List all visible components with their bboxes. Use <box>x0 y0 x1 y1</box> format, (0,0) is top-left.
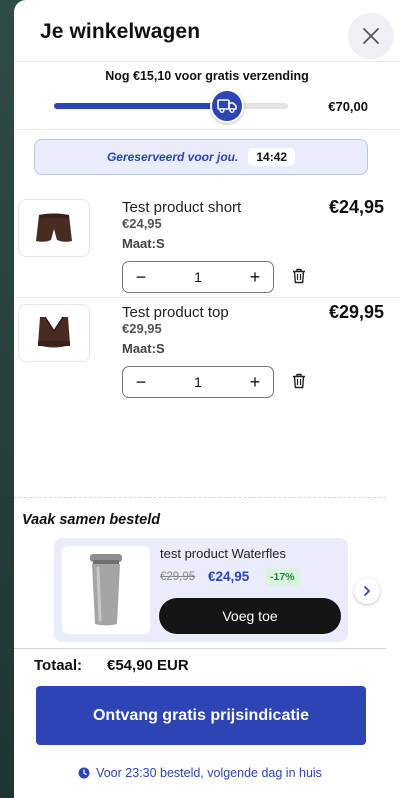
product-name[interactable]: Test product top <box>122 304 229 321</box>
close-button[interactable] <box>348 13 394 59</box>
delivery-text: Voor 23:30 besteld, volgende dag in huis <box>96 766 322 780</box>
cart-item: Test product short €24,95 Maat:S €24,95 … <box>14 193 400 299</box>
quantity-stepper: − 1 + <box>122 261 274 293</box>
free-shipping-message: Nog €15,10 voor gratis verzending <box>105 69 309 83</box>
discount-badge: -17% <box>265 568 300 586</box>
product-line-total: €24,95 <box>328 197 384 217</box>
truck-icon <box>217 99 237 113</box>
total-value: €54,90 EUR <box>107 657 189 674</box>
checkout-cta-button[interactable]: Ontvang gratis prijsindicatie <box>36 686 366 745</box>
remove-item-button[interactable] <box>292 373 306 394</box>
decrease-quantity-button[interactable]: − <box>133 373 149 391</box>
product-unit-price: €29,95 <box>122 321 162 336</box>
cart-header: Je winkelwagen <box>14 0 400 62</box>
product-name[interactable]: Test product short <box>122 199 241 216</box>
section-divider <box>14 497 386 498</box>
truck-indicator <box>210 89 244 123</box>
free-shipping-threshold: €70,00 <box>328 99 368 114</box>
quantity-value[interactable]: 1 <box>194 374 202 390</box>
close-icon <box>363 28 379 44</box>
quantity-stepper: − 1 + <box>122 366 274 398</box>
upsell-product-image[interactable] <box>62 546 150 634</box>
total-divider <box>14 648 386 649</box>
delivery-note: Voor 23:30 besteld, volgende dag in huis <box>14 766 386 780</box>
trash-icon <box>293 268 305 284</box>
product-unit-price: €24,95 <box>122 216 162 231</box>
total-label: Totaal: <box>34 657 83 674</box>
clock-icon <box>78 767 90 779</box>
shorts-image <box>36 213 72 242</box>
free-shipping-bar: Nog €15,10 voor gratis verzending €70,00 <box>14 62 400 130</box>
product-line-total: €29,95 <box>328 302 384 322</box>
upsell-heading: Vaak samen besteld <box>22 512 161 528</box>
shipping-progress-track <box>54 103 288 109</box>
chevron-right-icon <box>364 586 370 596</box>
cart-title: Je winkelwagen <box>40 20 201 43</box>
reservation-text: Gereserveerd voor jou. <box>106 150 239 164</box>
product-thumbnail[interactable] <box>18 304 90 362</box>
cart-drawer: Je winkelwagen Nog €15,10 voor gratis ve… <box>14 0 400 798</box>
reservation-banner: Gereserveerd voor jou. 14:42 <box>34 139 368 175</box>
upsell-next-button[interactable] <box>354 578 380 604</box>
upsell-old-price: €29,95 <box>160 571 196 583</box>
product-size: Maat:S <box>122 236 165 251</box>
sports-bra-image <box>38 316 70 348</box>
quantity-value[interactable]: 1 <box>194 269 202 285</box>
trash-icon <box>293 373 305 389</box>
decrease-quantity-button[interactable]: − <box>133 268 149 286</box>
reservation-timer: 14:42 <box>248 148 296 166</box>
cart-item: Test product top €29,95 Maat:S €29,95 − … <box>14 297 400 403</box>
upsell-product-name[interactable]: test product Waterfles <box>160 546 286 561</box>
upsell-new-price: €24,95 <box>208 569 250 584</box>
tumbler-image <box>90 554 122 626</box>
remove-item-button[interactable] <box>292 268 306 289</box>
increase-quantity-button[interactable]: + <box>247 268 263 286</box>
add-to-cart-button[interactable]: Voeg toe <box>159 598 341 634</box>
product-thumbnail[interactable] <box>18 199 90 257</box>
increase-quantity-button[interactable]: + <box>247 373 263 391</box>
product-size: Maat:S <box>122 341 165 356</box>
upsell-card: test product Waterfles €29,95 €24,95 -17… <box>54 538 348 642</box>
